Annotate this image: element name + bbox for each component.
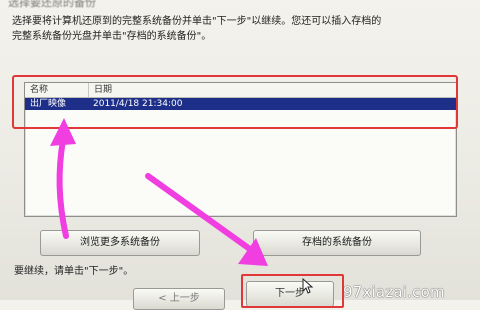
back-button[interactable]: < 上一步: [133, 288, 225, 310]
archived-backup-button[interactable]: 存档的系统备份: [253, 230, 421, 256]
instruction-line-1: 选择要将计算机还原到的完整系统备份并单击"下一步"以继续。您还可以插入存档的: [12, 16, 382, 27]
mouse-cursor-icon: [302, 278, 314, 294]
watermark-text: 97xiazai.com: [343, 283, 445, 301]
continue-hint: 要继续，请单击"下一步"。: [14, 266, 134, 277]
annotation-highlight-list: [12, 75, 458, 129]
dialog-title: 选择要还原的备份: [8, 0, 96, 9]
browse-more-backups-button[interactable]: 浏览更多系统备份: [40, 230, 200, 256]
annotation-highlight-next: [241, 274, 344, 308]
instruction-line-2: 完整系统备份光盘并单击"存档的系统备份"。: [12, 31, 212, 42]
instruction-text: 选择要将计算机还原到的完整系统备份并单击"下一步"以继续。您还可以插入存档的 完…: [12, 14, 472, 44]
